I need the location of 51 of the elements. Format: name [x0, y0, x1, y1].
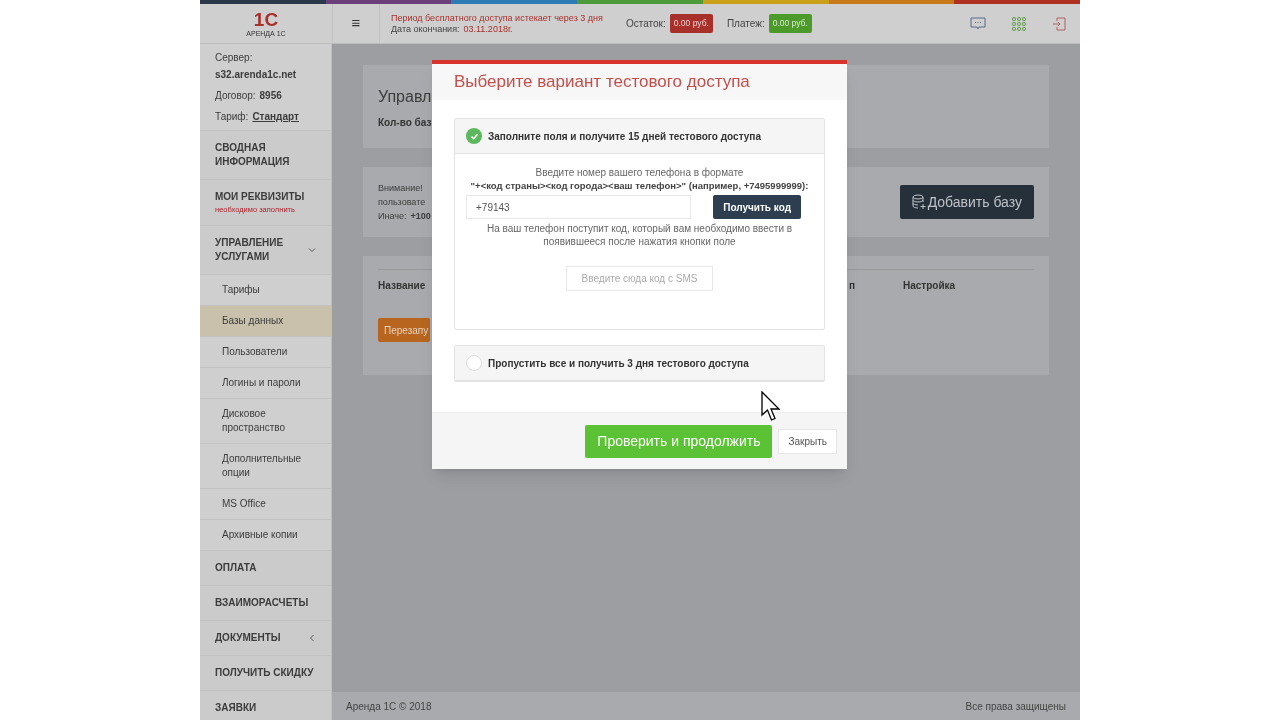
payment-label: Платеж: — [726, 17, 765, 31]
payment-badge: 0.00 руб. — [768, 14, 812, 33]
chat-icon[interactable] — [970, 16, 986, 31]
menu-item[interactable]: ЗАЯВКИ — [200, 691, 331, 720]
column-header: Настройка — [903, 279, 956, 293]
page-heading: Управл — [378, 87, 433, 107]
menu-item[interactable]: УПРАВЛЕНИЕ УСЛУГАМИ — [200, 226, 331, 276]
option-label: Пропустить все и получить 3 дня тестового доступа — [488, 356, 749, 371]
end-date-label: Дата окончания: — [391, 23, 460, 35]
end-date: 03.11.2018г. — [463, 23, 513, 35]
trial-notice: Период бесплатного доступа истекает через 3 дня — [391, 12, 604, 24]
apps-grid-icon[interactable] — [1012, 16, 1026, 31]
notice-amount: +100 — [410, 210, 431, 223]
add-database-button[interactable]: Добавить базу — [899, 185, 1034, 219]
submenu-item[interactable]: Базы данных — [200, 306, 331, 338]
notice-text: Иначе: — [378, 210, 407, 223]
column-header: п — [849, 280, 856, 291]
menu-button[interactable]: ≡ — [332, 4, 380, 43]
server-name: s32.arenda1c.net — [215, 68, 298, 82]
menu-item[interactable]: СВОДНАЯ ИНФОРМАЦИЯ — [200, 131, 331, 180]
phone-field[interactable]: +79143 — [466, 195, 691, 219]
menu-item[interactable]: ОПЛАТА — [200, 551, 331, 587]
logout-icon[interactable] — [1052, 16, 1066, 31]
instruction-text: Введите номер вашего телефона в формате — [535, 166, 744, 179]
database-icon — [911, 194, 926, 210]
contract-label: Договор: — [215, 89, 256, 103]
menu-item[interactable]: ВЗАИМОРАСЧЕТЫ — [200, 586, 331, 622]
menu-item[interactable]: ДОКУМЕНТЫ — [200, 621, 331, 657]
menu-item[interactable]: ПОЛУЧИТЬ СКИДКУ — [200, 656, 331, 692]
contract-number: 8956 — [259, 89, 282, 103]
get-code-button[interactable]: Получить код — [713, 195, 801, 219]
code-note: На ваш телефон поступит код, который вам необходимо ввести в появившееся после нажатия кнопки поле — [485, 222, 794, 248]
check-icon — [469, 131, 479, 141]
tariff-link[interactable]: Стандарт — [252, 109, 299, 124]
server-label: Сервер: — [215, 51, 254, 65]
sms-code-field[interactable]: Введите сюда код с SMS — [566, 266, 713, 291]
option-radio[interactable] — [466, 128, 482, 144]
notice-text: Внимание! — [378, 182, 424, 195]
database-count: Кол-во баз — [378, 116, 433, 130]
rights-text: Все права защищены — [965, 699, 1066, 714]
dialog-title: Выберите вариант тестового доступа — [454, 71, 750, 94]
option-label: Заполните поля и получите 15 дней тестового доступа — [488, 129, 761, 144]
close-button[interactable]: Закрыть — [778, 428, 837, 454]
notice-text: пользовате — [378, 196, 427, 209]
copyright-text: Аренда 1С © 2018 — [346, 699, 432, 714]
tariff-label: Тариф: — [215, 110, 249, 124]
balance-label: Остаток: — [626, 17, 666, 31]
column-header: Название — [378, 280, 426, 291]
format-hint: "+<код страны><код города><ваш телефон>" (например, +7495999999): — [470, 179, 809, 192]
balance-badge: 0.00 руб. — [669, 14, 713, 33]
option-radio[interactable] — [466, 355, 482, 371]
